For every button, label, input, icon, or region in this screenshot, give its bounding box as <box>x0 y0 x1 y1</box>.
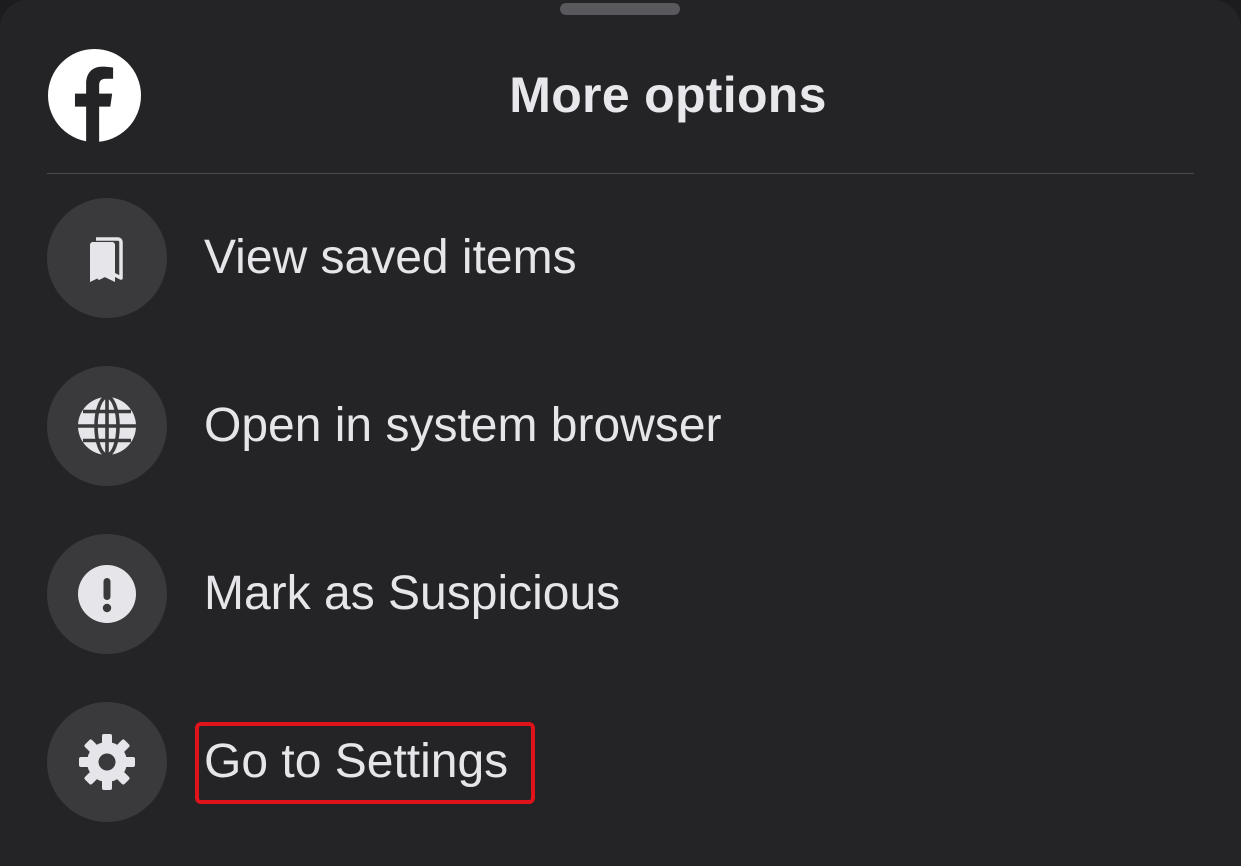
globe-icon <box>78 396 136 456</box>
menu-icon-circle <box>47 366 167 486</box>
sheet-title: More options <box>509 67 827 123</box>
menu-item-label: Open in system browser <box>204 399 722 452</box>
menu-item-label: Mark as Suspicious <box>204 567 621 620</box>
gear-icon <box>79 734 135 790</box>
menu-item-mark-as-suspicious[interactable]: Mark as Suspicious <box>47 534 1194 654</box>
menu-item-view-saved-items[interactable]: View saved items <box>47 198 1194 318</box>
menu-item-label: Go to Settings <box>204 735 509 788</box>
bookmark-icon <box>90 237 123 282</box>
more-options-sheet: More options View saved items Open in sy… <box>0 0 1241 866</box>
menu-icon-circle <box>47 702 167 822</box>
menu-icon-circle <box>47 198 167 318</box>
menu-item-open-in-browser[interactable]: Open in system browser <box>47 366 1194 486</box>
header-divider <box>47 173 1194 174</box>
exclamation-icon <box>78 565 136 623</box>
sheet-header: More options <box>0 0 1241 174</box>
menu-item-label: View saved items <box>204 231 577 284</box>
menu-icon-circle <box>47 534 167 654</box>
menu-item-go-to-settings[interactable]: Go to Settings <box>47 702 1194 822</box>
